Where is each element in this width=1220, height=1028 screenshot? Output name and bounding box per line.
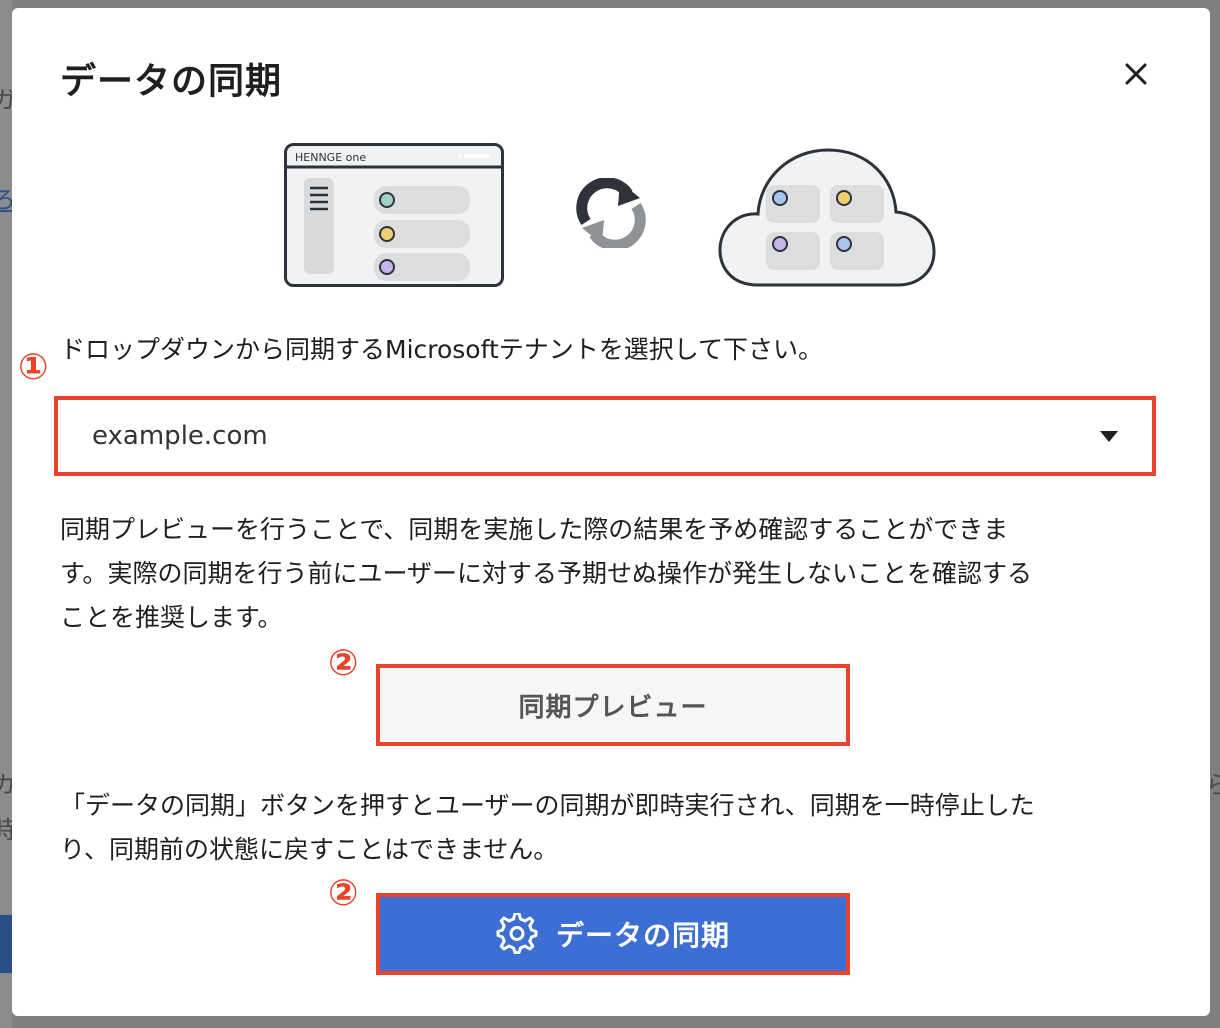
sync-dialog: データの同期 HENNGE one ドロップダウンから同期するMicrosoft… — [12, 8, 1210, 1016]
brand-logo: HENNGE one — [295, 151, 366, 164]
chevron-down-icon — [1100, 430, 1118, 442]
background-page-left — [0, 0, 12, 1028]
preview-description-line3: ことを推奨します。 — [60, 603, 283, 632]
preview-description-line1: 同期プレビューを行うことで、同期を実施した際の結果を予め確認することができま — [60, 515, 1009, 544]
dialog-title: データの同期 — [60, 61, 283, 102]
tenant-select[interactable]: example.com — [66, 406, 1146, 466]
sync-warning-line1: 「データの同期」ボタンを押すとユーザーの同期が即時実行され、同期を一時停止した — [60, 791, 1035, 820]
sync-data-button[interactable]: データの同期 — [376, 893, 850, 975]
background-button — [0, 915, 12, 973]
step-marker-2b: ② — [328, 873, 359, 914]
sync-warning-line2: り、同期前の状態に戻すことはできません。 — [60, 835, 559, 864]
sync-data-button-label: データの同期 — [555, 919, 730, 952]
tenant-select-value: example.com — [92, 421, 268, 451]
step-marker-2: ② — [328, 643, 359, 684]
app-window-illustration: HENNGE one — [284, 143, 504, 287]
step-marker-1: ① — [18, 347, 49, 388]
sync-preview-button-label: 同期プレビュー — [518, 692, 708, 723]
sync-preview-button[interactable]: 同期プレビュー — [376, 664, 850, 746]
sync-icon — [576, 178, 646, 248]
tenant-select-highlight: example.com — [54, 396, 1156, 476]
tenant-instruction: ドロップダウンから同期するMicrosoftテナントを選択して下さい。 — [60, 335, 824, 364]
cloud-icon — [718, 148, 936, 287]
gear-icon — [496, 913, 538, 954]
preview-description-line2: す。実際の同期を行う前にユーザーに対する予期せぬ操作が発生しないことを確認する — [60, 559, 1033, 588]
close-icon[interactable] — [1116, 54, 1156, 94]
